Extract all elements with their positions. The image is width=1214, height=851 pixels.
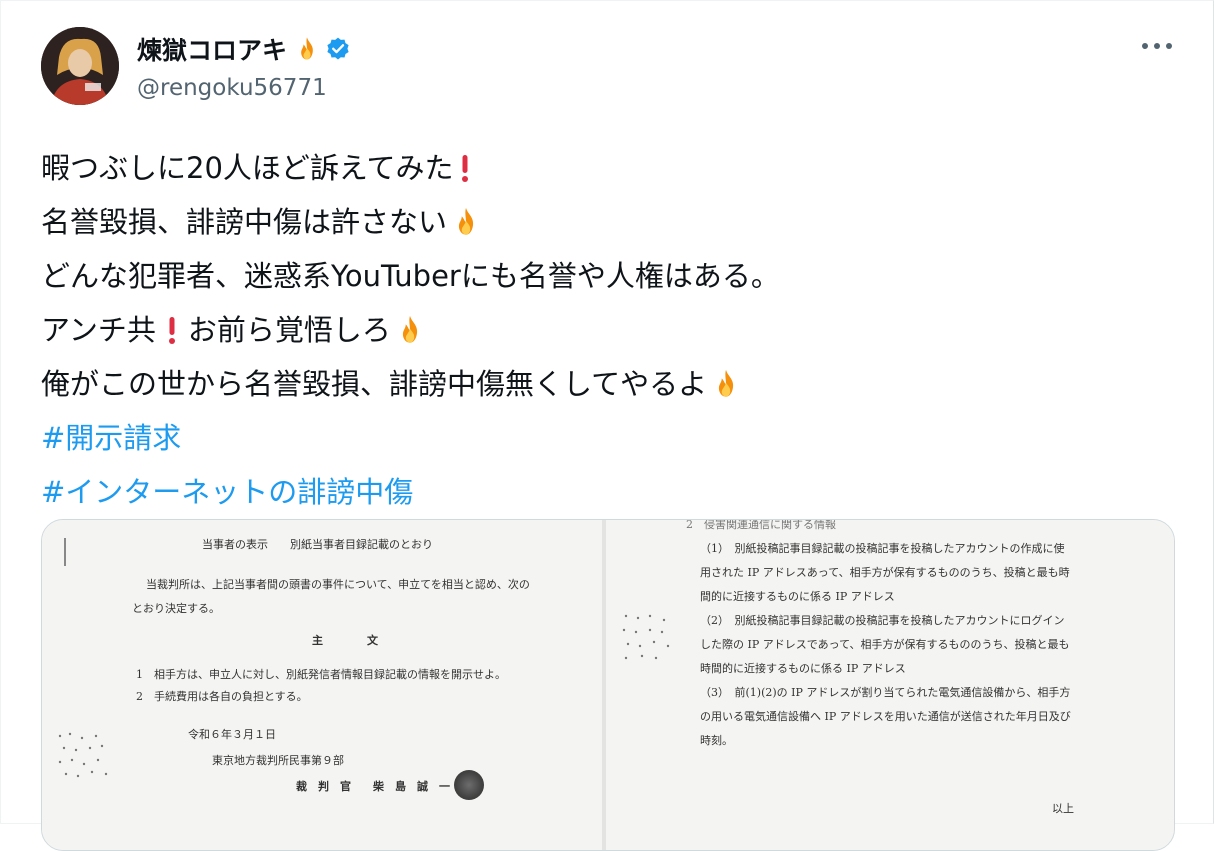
scan-noise bbox=[58, 732, 108, 778]
document-page-left: 当事者の表示 別紙当事者目録記載のとおり 当裁判所は、上記当事者間の頭書の事件に… bbox=[42, 520, 602, 850]
verified-badge-icon[interactable] bbox=[325, 36, 351, 62]
tweet-line-text: 暇つぶしに20人ほど訴えてみた bbox=[41, 151, 454, 185]
scan-noise bbox=[622, 614, 670, 660]
author-name-row: 煉獄コロアキ bbox=[137, 31, 351, 67]
exclamation-icon bbox=[168, 317, 175, 344]
display-name[interactable]: 煉獄コロアキ bbox=[137, 31, 287, 67]
doc-judge: 裁 判 官 柴 島 誠 一 bbox=[296, 780, 450, 793]
fire-icon bbox=[301, 37, 313, 60]
doc-text: （1） 別紙投稿記事目録記載の投稿記事を投稿したアカウントの作成に使 bbox=[700, 542, 1065, 555]
doc-text: 1 相手方は、申立人に対し、別紙発信者情報目録記載の情報を開示せよ。 bbox=[136, 668, 506, 681]
document-page-right: 2 侵害関連通信に関する情報 （1） 別紙投稿記事目録記載の投稿記事を投稿したア… bbox=[606, 520, 1174, 850]
more-options-button[interactable] bbox=[1137, 31, 1177, 61]
doc-text: 2 手続費用は各自の負担とする。 bbox=[136, 690, 308, 703]
tweet-line-text: アンチ共 bbox=[41, 313, 156, 347]
doc-text: 間的に近接するものに係る IP アドレス bbox=[700, 590, 895, 603]
tweet-line: どんな犯罪者、迷惑系YouTuberにも名誉や人権はある。 bbox=[41, 249, 780, 303]
tweet-line: 暇つぶしに20人ほど訴えてみた bbox=[41, 141, 780, 195]
hashtag-link[interactable]: #インターネットの誹謗中傷 bbox=[41, 465, 413, 519]
tweet-line-text: 俺がこの世から名誉毀損、誹謗中傷無くしてやるよ bbox=[41, 367, 708, 401]
doc-text: （2） 別紙投稿記事目録記載の投稿記事を投稿したアカウントにログイン bbox=[700, 614, 1065, 627]
tweet-line: 俺がこの世から名誉毀損、誹謗中傷無くしてやるよ bbox=[41, 357, 780, 411]
doc-date: 令和６年３月１日 bbox=[188, 728, 276, 741]
avatar-image bbox=[41, 27, 119, 105]
tweet-line-text: お前ら覚悟しろ bbox=[187, 313, 391, 347]
hashtag-link[interactable]: #開示請求 bbox=[41, 411, 181, 465]
hashtag-line: #開示請求 bbox=[41, 411, 780, 465]
doc-text: の用いる電気通信設備へ IP アドレスを用いた通信が送信された年月日及び bbox=[700, 710, 1071, 723]
doc-text: 2 侵害関連通信に関する情報 bbox=[686, 519, 836, 531]
seal-stamp bbox=[454, 770, 484, 800]
tweet-card: 煉獄コロアキ @rengoku56771 暇つぶしに20人ほど訴えてみた 名誉毀… bbox=[0, 0, 1214, 851]
doc-text: （3） 前(1)(2)の IP アドレスが割り当てられた電気通信設備から、相手方 bbox=[700, 686, 1071, 699]
doc-text: とおり決定する。 bbox=[132, 602, 220, 615]
user-handle[interactable]: @rengoku56771 bbox=[137, 75, 327, 101]
scan-mark bbox=[64, 538, 66, 566]
exclamation-icon bbox=[462, 155, 469, 182]
doc-text: した際の IP アドレスであって、相手方が保有するもののうち、投稿と最も bbox=[700, 638, 1070, 651]
doc-text: 当裁判所は、上記当事者間の頭書の事件について、申立てを相当と認め、次の bbox=[146, 578, 530, 591]
doc-court: 東京地方裁判所民事第９部 bbox=[212, 754, 344, 767]
fire-icon bbox=[719, 369, 734, 397]
hashtag-line: #インターネットの誹謗中傷 bbox=[41, 465, 780, 519]
media-attachment[interactable]: 当事者の表示 別紙当事者目録記載のとおり 当裁判所は、上記当事者間の頭書の事件に… bbox=[41, 519, 1175, 851]
tweet-line-text: どんな犯罪者、迷惑系YouTuberにも名誉や人権はある。 bbox=[41, 259, 780, 293]
tweet-line: アンチ共 お前ら覚悟しろ bbox=[41, 303, 780, 357]
fire-icon bbox=[402, 315, 417, 343]
more-dots-icon bbox=[1142, 43, 1172, 49]
avatar[interactable] bbox=[41, 27, 119, 105]
doc-end: 以上 bbox=[1052, 802, 1074, 815]
doc-text: 時刻。 bbox=[700, 734, 733, 747]
doc-header: 当事者の表示 別紙当事者目録記載のとおり bbox=[202, 538, 433, 551]
doc-text: 時間的に近接するものに係る IP アドレス bbox=[700, 662, 906, 675]
doc-section-title: 主 文 bbox=[312, 634, 378, 647]
doc-text: 用された IP アドレスあって、相手方が保有するもののうち、投稿と最も時 bbox=[700, 566, 1070, 579]
tweet-text: 暇つぶしに20人ほど訴えてみた 名誉毀損、誹謗中傷は許さない どんな犯罪者、迷惑… bbox=[41, 141, 780, 519]
tweet-line: 名誉毀損、誹謗中傷は許さない bbox=[41, 195, 780, 249]
fire-icon bbox=[458, 207, 474, 235]
tweet-line-text: 名誉毀損、誹謗中傷は許さない bbox=[41, 205, 448, 239]
